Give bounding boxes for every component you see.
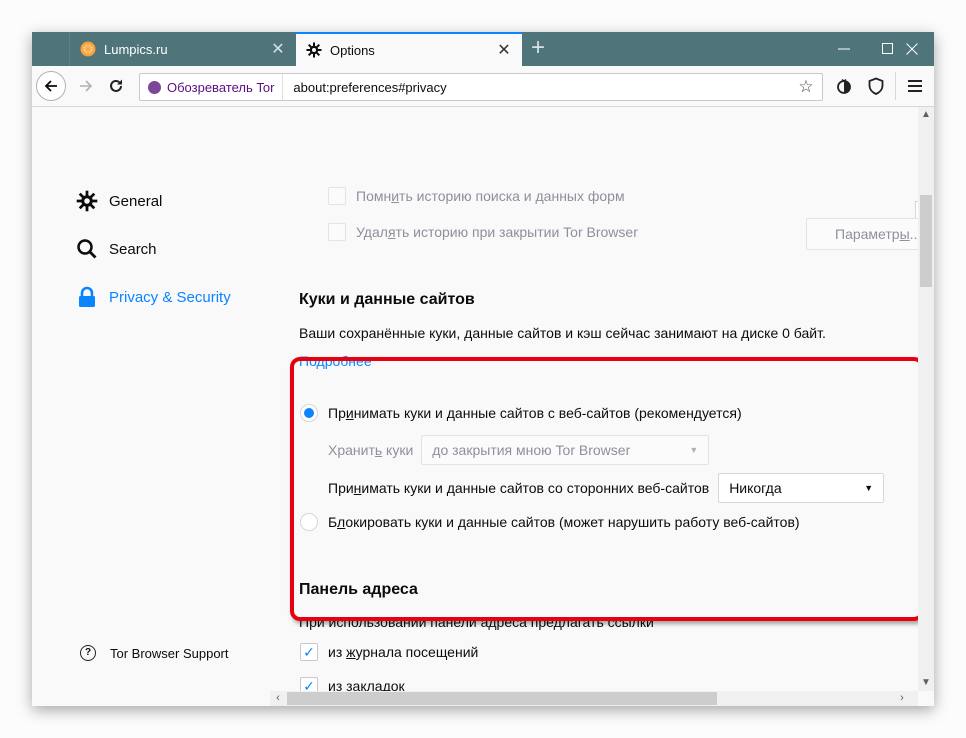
history-settings-button[interactable]: Параметры... [806, 218, 918, 250]
clear-on-close-label: Удалять историю при закрытии Tor Browser [356, 224, 638, 240]
scroll-down-icon[interactable]: ▼ [918, 675, 934, 691]
tab-label: Options [330, 42, 375, 58]
back-button[interactable] [36, 71, 66, 101]
browser-window: Lumpics.ru ✕ Options ✕ + Обозреватель To… [32, 32, 934, 706]
arrow-left-icon [44, 80, 57, 92]
accept-cookies-option[interactable]: Принимать куки и данные сайтов с веб-сай… [300, 404, 742, 422]
minimize-icon [838, 48, 850, 50]
navigation-toolbar: Обозреватель Tor about:preferences#priva… [32, 66, 934, 107]
sidebar-item-privacy-security[interactable]: Privacy & Security [76, 286, 231, 308]
keep-cookies-select[interactable]: до закрытия мною Tor Browser ▼ [421, 435, 710, 465]
address-bar-section-title: Панель адреса [299, 581, 418, 598]
suggest-bookmarks-option[interactable]: ✓ из закладок [300, 677, 405, 691]
sidebar-item-search[interactable]: Search [76, 238, 157, 260]
sidebar-item-label: Privacy & Security [109, 288, 231, 306]
tor-onion-button[interactable] [832, 74, 856, 98]
shield-icon [868, 77, 884, 95]
tab-bar: Lumpics.ru ✕ Options ✕ + [32, 32, 934, 66]
tab-lumpics[interactable]: Lumpics.ru ✕ [70, 32, 296, 66]
third-party-cookies-select[interactable]: Никогда ▼ [718, 473, 885, 503]
gear-icon [306, 42, 322, 58]
scroll-left-icon[interactable]: ‹ [270, 691, 286, 706]
learn-more-link[interactable]: Подробнее [299, 353, 372, 369]
url-bar[interactable]: Обозреватель Tor about:preferences#priva… [139, 73, 823, 101]
suggest-bookmarks-label: из закладок [328, 678, 405, 691]
search-icon [76, 238, 98, 260]
clear-history-on-close-option[interactable]: Удалять историю при закрытии Tor Browser [328, 223, 638, 241]
close-icon [906, 43, 918, 55]
forward-button[interactable] [74, 74, 98, 98]
block-cookies-radio[interactable] [300, 513, 318, 531]
vertical-scrollbar[interactable]: ▲ ▼ [918, 107, 934, 691]
suggest-bookmarks-checkbox[interactable]: ✓ [300, 677, 318, 691]
checkmark-icon: ✓ [303, 644, 315, 660]
onion-icon [837, 78, 851, 94]
block-cookies-option[interactable]: Блокировать куки и данные сайтов (может … [300, 513, 800, 531]
cookies-section-title: Куки и данные сайтов [299, 291, 475, 308]
accept-cookies-radio[interactable] [300, 404, 318, 422]
scroll-up-icon[interactable]: ▲ [918, 107, 934, 123]
remember-search-history-option[interactable]: Помнить историю поиска и данных форм [328, 187, 625, 205]
tab-label: Lumpics.ru [104, 41, 168, 57]
address-bar-description: При использовании панели адреса предлага… [299, 614, 654, 630]
sidebar-item-label: Search [109, 240, 157, 258]
keep-cookies-row: Хранить куки до закрытия мною Tor Browse… [328, 435, 710, 465]
close-window-button[interactable] [890, 32, 934, 66]
tab-options[interactable]: Options ✕ [296, 32, 522, 66]
dropdown-arrow-icon: ▼ [864, 483, 874, 493]
toolbar-separator [895, 72, 896, 100]
cookies-usage-text: Ваши сохранённые куки, данные сайтов и к… [299, 325, 826, 341]
minimize-button[interactable] [822, 32, 866, 66]
arrow-right-icon [80, 80, 93, 92]
identity-label: Обозреватель Tor [167, 79, 275, 95]
tor-browser-support-link[interactable]: ? Tor Browser Support [80, 645, 229, 661]
remember-search-checkbox[interactable] [328, 187, 346, 205]
tab-close-icon[interactable]: ✕ [494, 40, 514, 60]
suggest-history-label: из журнала посещений [328, 644, 479, 660]
new-tab-button[interactable]: + [526, 32, 550, 66]
sidebar-item-label: General [109, 192, 163, 210]
reload-icon [110, 79, 122, 92]
suggest-history-checkbox[interactable]: ✓ [300, 643, 318, 661]
menu-button[interactable] [903, 74, 927, 98]
tab-close-icon[interactable]: ✕ [268, 39, 288, 59]
identity-box[interactable]: Обозреватель Tor [140, 74, 284, 100]
gear-icon [76, 190, 98, 212]
third-party-cookies-row: Принимать куки и данные сайтов со сторон… [328, 473, 885, 503]
dropdown-arrow-icon: ▼ [689, 445, 699, 455]
sidebar-item-general[interactable]: General [76, 190, 162, 212]
suggest-history-option[interactable]: ✓ из журнала посещений [300, 643, 478, 661]
lumpics-favicon-icon [80, 41, 96, 57]
help-icon: ? [80, 645, 96, 661]
lock-icon [76, 286, 98, 308]
bookmark-star-icon[interactable]: ☆ [794, 77, 818, 97]
security-shield-button[interactable] [864, 74, 888, 98]
accept-cookies-label: Принимать куки и данные сайтов с веб-сай… [328, 405, 742, 421]
hamburger-menu-icon [908, 80, 922, 92]
scroll-right-icon[interactable]: › [894, 691, 910, 706]
checkmark-icon: ✓ [303, 678, 315, 691]
horizontal-scrollbar-thumb[interactable] [287, 692, 717, 705]
sidebar-bottom-fill [32, 691, 270, 706]
support-label: Tor Browser Support [110, 645, 229, 661]
remember-search-label: Помнить историю поиска и данных форм [356, 188, 625, 204]
third-party-cookies-label: Принимать куки и данные сайтов со сторон… [328, 480, 710, 496]
url-input[interactable]: about:preferences#privacy [283, 80, 794, 95]
reload-button[interactable] [104, 74, 128, 98]
tor-onion-icon [148, 80, 161, 94]
horizontal-scrollbar[interactable]: ‹ › [270, 691, 918, 706]
block-cookies-label: Блокировать куки и данные сайтов (может … [328, 514, 800, 530]
clear-on-close-checkbox[interactable] [328, 223, 346, 241]
keep-cookies-label: Хранить куки [328, 442, 414, 458]
preferences-content: General Search Privacy & Security ? Tor … [32, 107, 918, 691]
vertical-scrollbar-thumb[interactable] [920, 195, 932, 287]
